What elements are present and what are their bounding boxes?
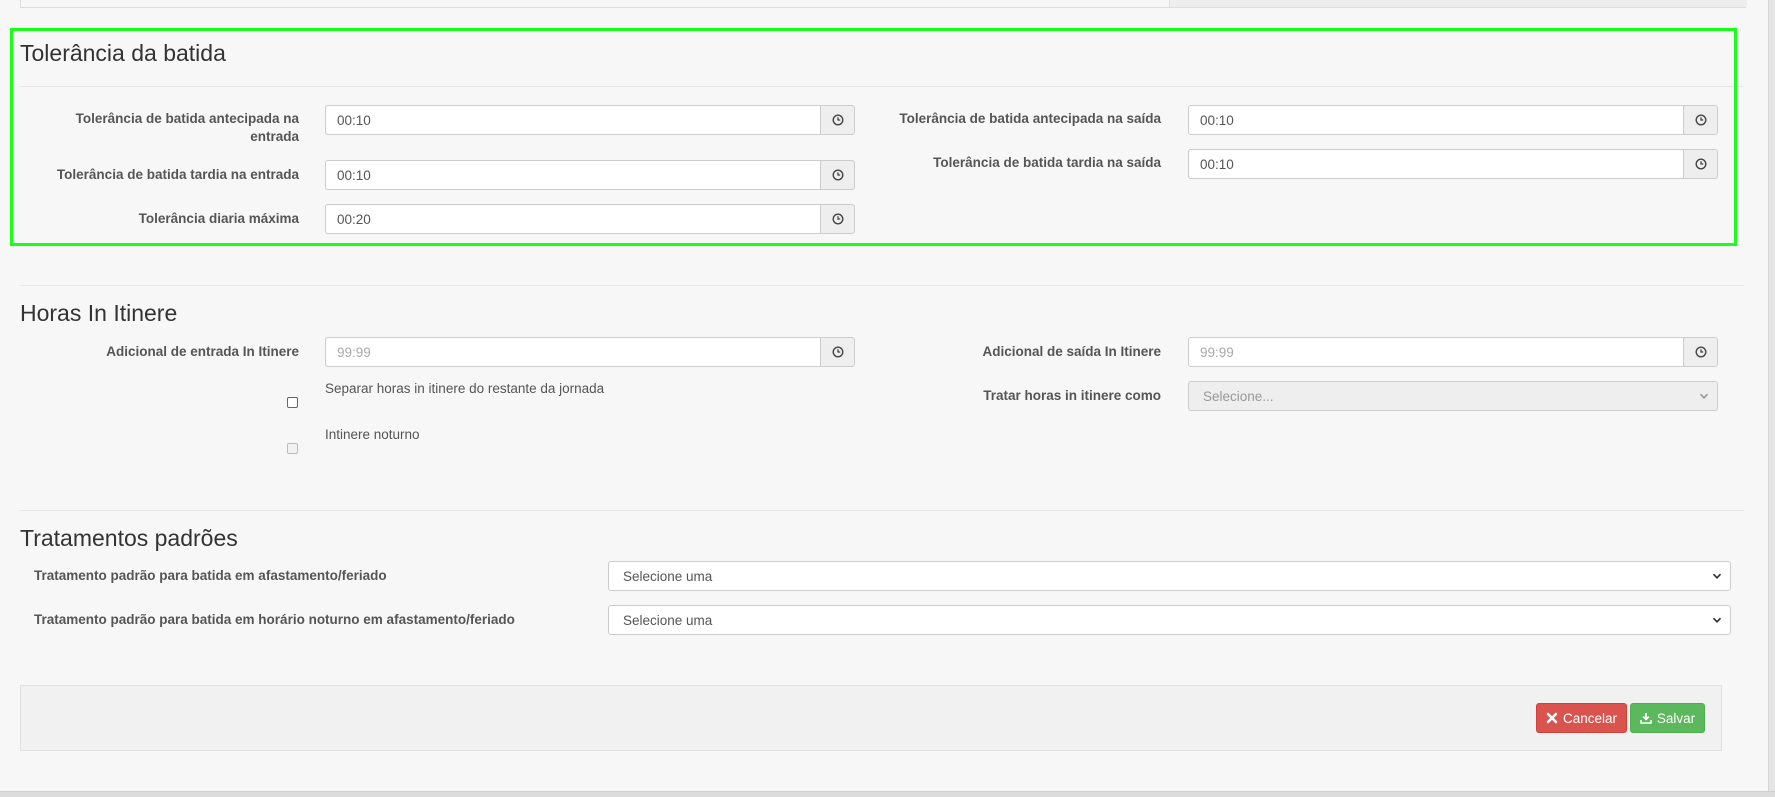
section-title-in-itinere: Horas In Itinere [20,300,178,326]
clock-icon [831,346,844,358]
treat-itinere-label: Tratar horas in itinere como [983,388,1161,403]
save-button[interactable]: Salvar [1630,703,1705,733]
highlight-frame [10,28,1737,246]
section-divider [20,510,1744,511]
itinere-entry-time-field [325,337,855,367]
leave-treatment-select-value: Selecione uma [623,568,713,584]
itinere-entry-input[interactable] [325,337,820,367]
night-itinere-label: Intinere noturno [325,427,420,442]
form-actions-bar [20,685,1722,751]
page-scroll-gutter [1768,0,1775,796]
cancel-button-label: Cancelar [1562,710,1618,726]
leave-treatment-select[interactable]: Selecione uma [608,561,1731,591]
itinere-entry-clock-button[interactable] [820,337,855,367]
night-itinere-checkbox[interactable] [287,443,298,454]
page-bottom-edge [0,791,1775,797]
chevron-down-icon [1699,393,1709,399]
chevron-down-icon [1712,573,1722,580]
previous-section-cell [1169,0,1747,7]
section-divider [20,285,1744,286]
save-button-label: Salvar [1656,710,1696,726]
night-leave-treatment-select-value: Selecione uma [623,612,713,628]
chevron-down-icon [1712,617,1722,624]
itinere-exit-label: Adicional de saída In Itinere [982,344,1161,359]
times-icon [1546,712,1558,724]
treat-itinere-select[interactable]: Selecione... [1188,381,1718,411]
itinere-exit-time-field [1188,337,1718,367]
download-icon [1640,713,1652,724]
itinere-entry-label: Adicional de entrada In Itinere [106,344,299,359]
leave-treatment-label: Tratamento padrão para batida em afastam… [34,568,387,583]
separate-itinere-label: Separar horas in itinere do restante da … [325,381,605,396]
itinere-exit-input[interactable] [1188,337,1683,367]
night-leave-treatment-select[interactable]: Selecione uma [608,605,1731,635]
clock-icon [1694,346,1707,358]
night-leave-treatment-label: Tratamento padrão para batida em horário… [34,612,515,627]
previous-section-row [20,0,1747,8]
itinere-exit-clock-button[interactable] [1683,337,1718,367]
separate-itinere-checkbox[interactable] [287,397,298,408]
cancel-button[interactable]: Cancelar [1536,703,1627,733]
section-title-default-treatments: Tratamentos padrões [20,525,238,551]
treat-itinere-select-value: Selecione... [1203,388,1274,404]
